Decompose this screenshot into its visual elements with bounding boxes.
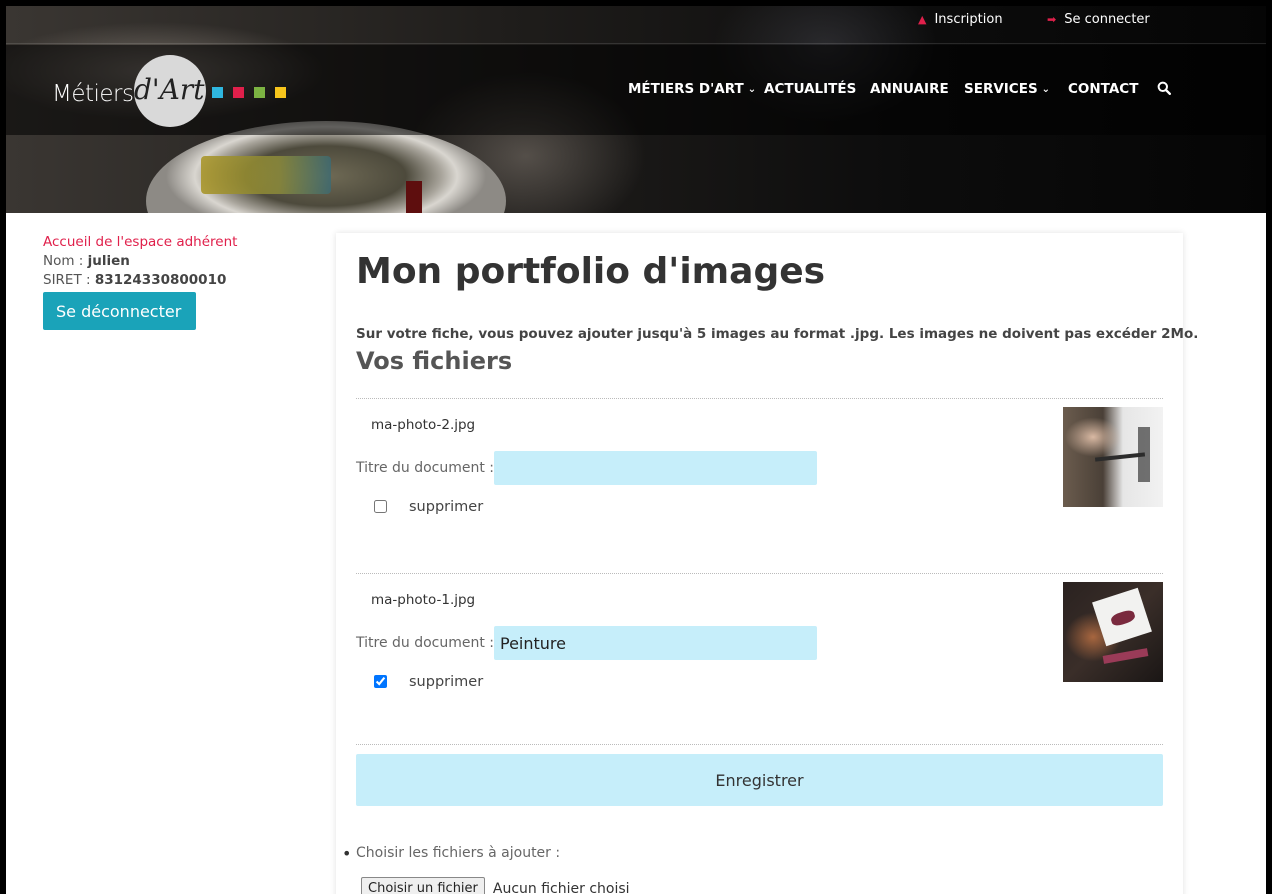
search-button[interactable] — [1157, 81, 1171, 95]
chevron-down-icon: ⌄ — [1041, 83, 1051, 95]
user-icon: ▲ — [918, 13, 927, 26]
siret-value: 83124330800010 — [94, 272, 227, 288]
portfolio-panel: Mon portfolio d'images Sur votre fiche, … — [336, 233, 1198, 894]
nav-item-label: ACTUALITÉS — [764, 81, 857, 97]
main-navbar: Métiers d'Art MÉTIERS D'ART ⌄ ACTUALITÉS… — [6, 45, 1266, 135]
page-frame: ▲ Inscription ➡ Se connecter Métiers d'A… — [6, 6, 1266, 894]
search-icon — [1157, 81, 1171, 95]
nav-item-label: ANNUAIRE — [870, 81, 949, 97]
member-home-link[interactable]: Accueil de l'espace adhérent — [43, 234, 303, 250]
name-value: julien — [87, 253, 130, 269]
file-item: ma-photo-1.jpg Titre du document : suppr… — [356, 573, 1163, 741]
divider — [356, 744, 1163, 745]
delete-checkbox[interactable] — [374, 675, 387, 688]
document-title-input[interactable] — [494, 451, 817, 485]
title-label: Titre du document : — [356, 635, 495, 651]
siret-label: SIRET : — [43, 272, 91, 288]
file-thumbnail — [1063, 407, 1163, 507]
file-thumbnail — [1063, 582, 1163, 682]
nav-item-annuaire[interactable]: ANNUAIRE — [870, 81, 949, 97]
register-link[interactable]: ▲ Inscription — [918, 12, 1003, 27]
nav-item-actualites[interactable]: ACTUALITÉS — [764, 81, 856, 97]
add-files-label: Choisir les fichiers à ajouter : — [342, 844, 560, 863]
nav-item-metiers-dart[interactable]: MÉTIERS D'ART ⌄ — [628, 81, 756, 97]
files-heading: Vos fichiers — [356, 347, 513, 375]
logo-text-dart: d'Art — [134, 73, 205, 106]
logout-button[interactable]: Se déconnecter — [43, 292, 196, 330]
file-input: Choisir un fichier Aucun fichier choisi — [361, 877, 630, 894]
page-title: Mon portfolio d'images — [356, 251, 826, 292]
delete-checkbox[interactable] — [374, 500, 387, 513]
nav-item-contact[interactable]: CONTACT — [1068, 81, 1138, 97]
file-item: ma-photo-2.jpg Titre du document : suppr… — [356, 398, 1163, 566]
member-siret-row: SIRET : 83124330800010 — [43, 272, 303, 288]
sign-in-icon: ➡ — [1047, 13, 1057, 26]
nav-item-services[interactable]: SERVICES ⌄ — [964, 81, 1050, 97]
file-status: Aucun fichier choisi — [492, 880, 630, 894]
register-label: Inscription — [934, 12, 1003, 27]
chevron-down-icon: ⌄ — [747, 83, 757, 95]
member-name-row: Nom : julien — [43, 253, 303, 269]
delete-label: supprimer — [409, 499, 484, 515]
nav-item-label: CONTACT — [1068, 81, 1139, 97]
delete-label: supprimer — [409, 674, 484, 690]
title-label: Titre du document : — [356, 460, 495, 476]
top-bar: ▲ Inscription ➡ Se connecter — [6, 6, 1266, 44]
logo-square-red — [233, 87, 244, 98]
add-files-list: Choisir les fichiers à ajouter : — [342, 844, 560, 863]
nav-item-label: SERVICES — [964, 81, 1038, 97]
member-sidebar: Accueil de l'espace adhérent Nom : julie… — [43, 234, 303, 330]
logo-square-green — [254, 87, 265, 98]
file-name: ma-photo-2.jpg — [371, 417, 476, 433]
site-logo[interactable]: Métiers d'Art — [50, 55, 300, 127]
logo-square-blue — [212, 87, 223, 98]
upload-notice: Sur votre fiche, vous pouvez ajouter jus… — [356, 326, 1199, 342]
login-link[interactable]: ➡ Se connecter — [1047, 12, 1150, 27]
hero-background-liquid — [201, 156, 331, 194]
hero-background-mark — [406, 181, 422, 213]
logo-square-yellow — [275, 87, 286, 98]
document-title-input[interactable] — [494, 626, 817, 660]
save-button[interactable]: Enregistrer — [356, 754, 1163, 806]
choose-file-button[interactable]: Choisir un fichier — [361, 877, 485, 894]
nav-item-label: MÉTIERS D'ART — [628, 81, 744, 97]
logo-text-metiers: Métiers — [52, 81, 134, 107]
name-label: Nom : — [43, 253, 84, 269]
login-label: Se connecter — [1064, 12, 1150, 27]
thumbnail-detail — [1102, 648, 1149, 664]
file-name: ma-photo-1.jpg — [371, 592, 476, 608]
header-hero: ▲ Inscription ➡ Se connecter Métiers d'A… — [6, 6, 1266, 213]
